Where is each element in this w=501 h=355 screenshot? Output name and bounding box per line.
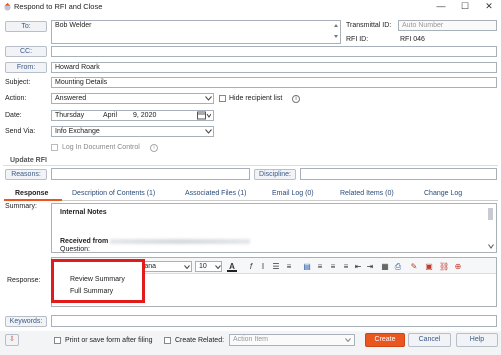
calendar-icon[interactable]	[197, 111, 211, 120]
create-related-label: Create Related:	[175, 337, 225, 344]
window-title: Respond to RFI and Close	[14, 2, 103, 11]
cc-field[interactable]	[51, 46, 497, 57]
active-tab-indicator	[4, 199, 62, 201]
align-center-icon[interactable]: ≡	[315, 262, 325, 272]
table-icon[interactable]: ▦	[380, 262, 390, 272]
internal-notes-text: Internal Notes	[60, 209, 107, 216]
action-select[interactable]: Answered	[51, 93, 214, 104]
tab-related-items[interactable]: Related Items (0)	[340, 190, 394, 197]
hide-recipient-checkbox[interactable]	[219, 95, 226, 102]
size-value: 10	[199, 263, 207, 270]
zoom-icon[interactable]: ⊕	[453, 262, 463, 272]
question-text: Question:	[60, 246, 90, 253]
tab-change-log[interactable]: Change Log	[424, 190, 462, 197]
chevron-down-icon	[205, 129, 212, 134]
log-doc-control-label: Log In Document Control	[62, 144, 140, 151]
clear-format-icon[interactable]: I	[258, 262, 268, 272]
tab-description[interactable]: Description of Contents (1)	[72, 190, 155, 197]
help-button[interactable]: Help	[456, 333, 498, 347]
redacted-text	[110, 239, 250, 244]
response-label: Response:	[7, 277, 41, 284]
to-value: Bob Welder	[55, 22, 92, 29]
print-checkbox[interactable]	[54, 337, 61, 344]
cancel-button[interactable]: Cancel	[408, 333, 451, 347]
send-via-label: Send Via:	[5, 128, 36, 135]
action-label: Action:	[5, 95, 27, 102]
rfi-label: RFI ID:	[346, 36, 369, 43]
align-right-icon[interactable]: ≡	[328, 262, 338, 272]
spellcheck-icon[interactable]: ✎	[409, 262, 419, 272]
to-button[interactable]: To:	[5, 21, 47, 32]
hide-recipient-label: Hide recipient list	[229, 95, 283, 102]
rfi-value: RFI 046	[400, 36, 425, 43]
date-day: Thursday	[55, 112, 85, 119]
number-list-icon[interactable]: ≡	[284, 262, 294, 272]
print-label: Print or save form after filing	[65, 337, 153, 344]
image-icon[interactable]: ▣	[424, 262, 434, 272]
tab-associated-files[interactable]: Associated Files (1)	[185, 190, 246, 197]
to-field[interactable]: Bob Welder	[51, 20, 341, 44]
date-month: April	[103, 112, 118, 119]
date-picker[interactable]: Thursday April 9, 2020	[51, 110, 214, 121]
date-num: 9, 2020	[133, 112, 157, 119]
discipline-button[interactable]: Discipline:	[254, 169, 296, 180]
summary-label: Summary:	[5, 203, 37, 210]
tab-response[interactable]: Response	[15, 190, 48, 197]
scrollbar-thumb[interactable]	[488, 208, 493, 220]
tab-underline	[62, 200, 498, 201]
chevron-down-icon[interactable]	[488, 244, 494, 249]
link-icon[interactable]: ⛓	[439, 262, 449, 272]
formula-icon[interactable]: f	[246, 262, 256, 272]
attach-icon[interactable]: ⇩	[5, 334, 19, 346]
chevron-down-icon	[345, 338, 351, 342]
reasons-button[interactable]: Reasons:	[5, 169, 47, 180]
action-item-value: Action Item	[233, 336, 269, 343]
from-button[interactable]: From:	[5, 62, 47, 73]
to-scroll-icon[interactable]	[333, 23, 339, 39]
chevron-down-icon	[215, 265, 221, 269]
action-item-select[interactable]: Action Item	[229, 334, 355, 346]
create-related-checkbox[interactable]	[164, 337, 171, 344]
maximize-button[interactable]: ☐	[458, 1, 472, 12]
cc-button[interactable]: CC:	[5, 46, 47, 57]
action-value: Answered	[55, 95, 87, 102]
from-field[interactable]: Howard Roark	[51, 62, 497, 73]
full-summary-item[interactable]: Full Summary	[70, 288, 113, 295]
transmittal-placeholder: Auto Number	[402, 22, 444, 29]
send-via-value: Info Exchange	[55, 128, 100, 135]
chevron-down-icon	[205, 96, 212, 101]
keywords-button[interactable]: Keywords:	[5, 316, 47, 327]
bullet-list-icon[interactable]: ☰	[271, 262, 281, 272]
summary-box[interactable]: Internal Notes Received from Question:	[51, 203, 497, 253]
send-via-select[interactable]: Info Exchange	[51, 126, 214, 137]
info-icon: i	[150, 144, 158, 152]
chevron-down-icon	[184, 265, 190, 269]
tab-email-log[interactable]: Email Log (0)	[272, 190, 314, 197]
keywords-field[interactable]	[51, 315, 497, 327]
outdent-icon[interactable]: ⇤	[353, 262, 363, 272]
align-left-icon[interactable]: ▤	[302, 262, 312, 272]
subject-label: Subject:	[5, 79, 31, 86]
review-summary-item[interactable]: Review Summary	[70, 276, 125, 283]
create-button[interactable]: Create	[365, 333, 405, 347]
subject-field[interactable]: Mounting Details	[51, 77, 497, 88]
app-icon	[4, 2, 11, 11]
paste-icon[interactable]: ⎙	[393, 262, 403, 272]
indent-icon[interactable]: ⇥	[365, 262, 375, 272]
date-label: Date:	[5, 112, 22, 119]
info-icon: i	[292, 95, 300, 103]
minimize-button[interactable]: —	[434, 1, 448, 12]
discipline-field[interactable]	[300, 168, 497, 180]
justify-icon[interactable]: ≡	[341, 262, 351, 272]
font-color-icon[interactable]: A	[227, 262, 237, 272]
update-rfi-heading: Update RFI	[10, 157, 47, 164]
close-button[interactable]: ✕	[482, 1, 496, 12]
log-doc-control-checkbox[interactable]	[51, 144, 58, 151]
transmittal-field[interactable]: Auto Number	[398, 20, 497, 31]
transmittal-label: Transmittal ID:	[346, 22, 392, 29]
reasons-field[interactable]	[51, 168, 250, 180]
divider	[3, 165, 498, 166]
